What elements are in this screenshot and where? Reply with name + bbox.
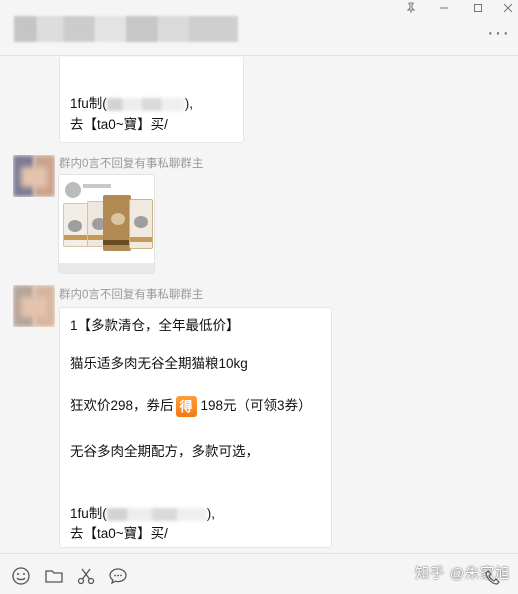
sender-name: 群内0言不回复有事私聊群主 xyxy=(59,289,204,301)
scissors-icon[interactable] xyxy=(76,566,96,586)
pin-icon[interactable] xyxy=(403,2,419,18)
brand-logo xyxy=(65,182,81,198)
blurred-text xyxy=(106,507,207,521)
chat-title-blurred xyxy=(14,16,238,42)
chat-bubble-icon[interactable] xyxy=(108,566,128,586)
message-text: 猫乐适多肉无谷全期猫粮10kg xyxy=(70,356,248,371)
phone-icon[interactable] xyxy=(484,569,502,587)
message-text: 狂欢价298，券后 xyxy=(70,398,174,414)
message-text: 去【ta0~寶】买/ xyxy=(70,117,168,132)
emoji-icon[interactable] xyxy=(11,566,31,586)
message-bubble[interactable]: 1【多款清仓，全年最低价】 猫乐适多肉无谷全期猫粮10kg 狂欢价298，券后得… xyxy=(59,307,332,548)
title-bar: ··· xyxy=(0,0,518,56)
minimize-icon[interactable] xyxy=(436,2,452,18)
blurred-text xyxy=(106,97,185,111)
coupon-badge: 得 xyxy=(175,396,197,417)
message-bubble[interactable]: 1fu制(), 去【ta0~寶】买/ xyxy=(59,57,244,143)
message-text: ), xyxy=(184,96,194,111)
message-text: ), xyxy=(206,506,216,521)
message-text: 1fu制( xyxy=(70,506,107,521)
message-text: 无谷多肉全期配方，多款可选， xyxy=(70,444,259,459)
product-image[interactable] xyxy=(58,174,155,274)
product-bag xyxy=(103,195,131,251)
sender-name: 群内0言不回复有事私聊群主 xyxy=(59,158,204,170)
message-text: 1【多款清仓，全年最低价】 xyxy=(70,318,240,333)
more-options-button[interactable]: ··· xyxy=(487,23,510,43)
folder-icon[interactable] xyxy=(44,566,64,586)
avatar[interactable] xyxy=(13,155,55,197)
product-bag xyxy=(129,199,153,249)
message-text: 1fu制( xyxy=(70,96,107,111)
close-icon[interactable] xyxy=(500,2,516,18)
message-text: 去【ta0~寶】买/ xyxy=(70,526,168,541)
chat-area: 1fu制(), 去【ta0~寶】买/ 群内0言不回复有事私聊群主 群内0言不回复… xyxy=(0,57,518,553)
message-text: 198元（可领3券） xyxy=(200,398,312,414)
avatar[interactable] xyxy=(13,285,55,327)
maximize-icon[interactable] xyxy=(470,2,486,18)
